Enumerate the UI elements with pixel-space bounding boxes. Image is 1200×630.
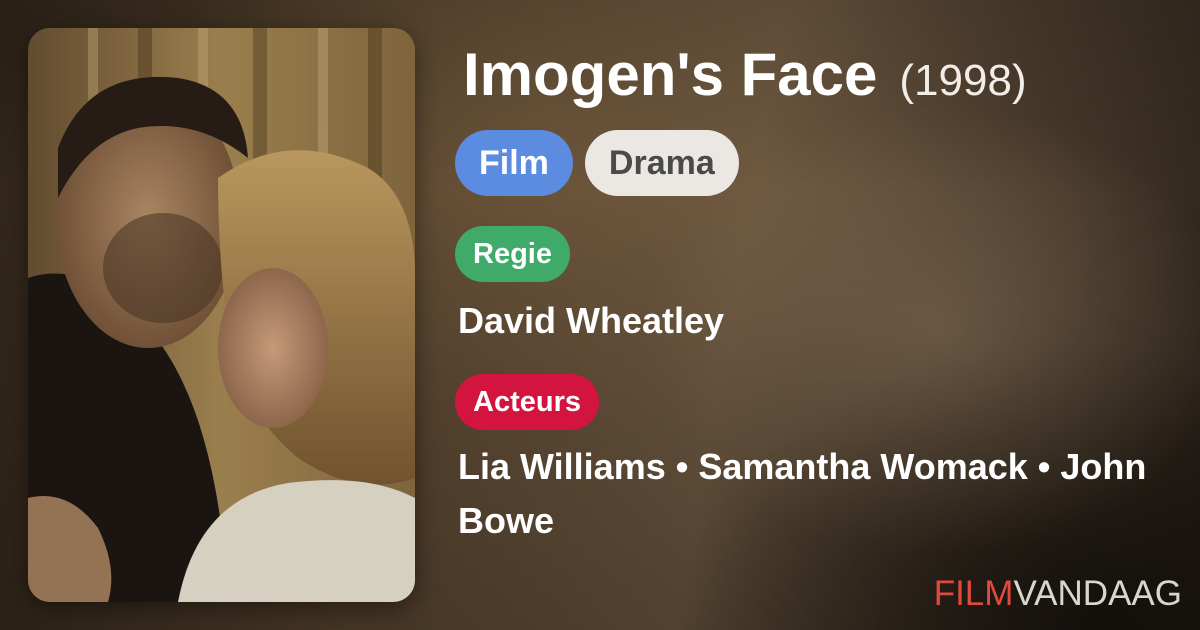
- director-name[interactable]: David Wheatley: [458, 294, 1180, 348]
- brand-logo[interactable]: FILMVANDAAG: [934, 574, 1182, 614]
- title-row: Imogen's Face (1998): [455, 40, 1180, 114]
- movie-title: Imogen's Face: [463, 41, 878, 108]
- brand-logo-part1: FILM: [933, 574, 1014, 613]
- poster-image: [28, 28, 415, 602]
- movie-poster[interactable]: [28, 28, 415, 602]
- movie-year: (1998): [899, 56, 1027, 105]
- tag-list: Film Drama: [455, 130, 1180, 196]
- cast-list[interactable]: Lia Williams • Samantha Womack • John Bo…: [458, 440, 1158, 548]
- type-tag[interactable]: Film: [455, 130, 573, 196]
- brand-logo-part2: VANDAAG: [1013, 574, 1182, 613]
- cast-label-badge: Acteurs: [455, 374, 599, 430]
- genre-tag[interactable]: Drama: [584, 130, 739, 196]
- director-label-badge: Regie: [455, 226, 570, 282]
- movie-info: Imogen's Face (1998) Film Drama Regie Da…: [455, 40, 1180, 548]
